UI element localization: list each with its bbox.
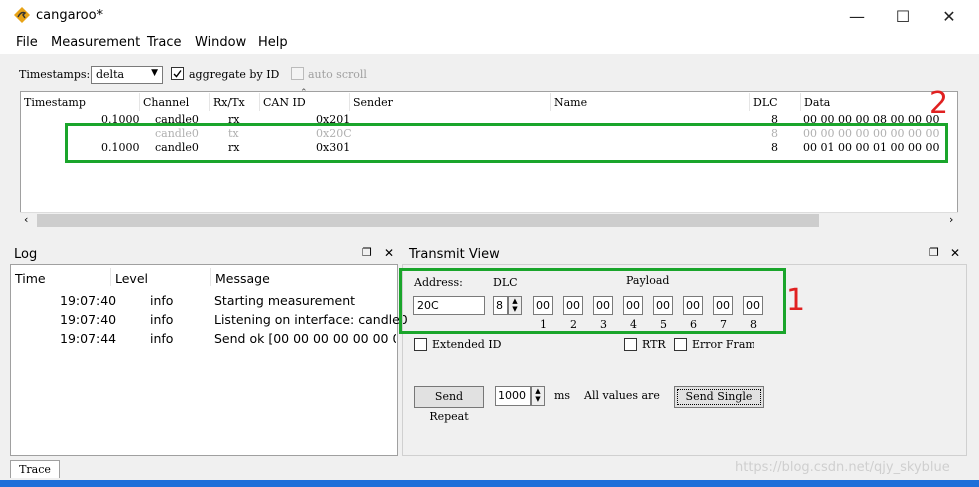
all-values-label: All values are — [584, 389, 660, 402]
spin-up-icon[interactable]: ▲ — [532, 387, 544, 395]
menu-help[interactable]: Help — [258, 35, 288, 50]
column-divider[interactable] — [209, 93, 210, 111]
log-level: info — [150, 331, 174, 346]
chevron-down-icon: ▼ — [151, 68, 158, 78]
checkbox-unchecked-icon — [414, 338, 427, 351]
aggregate-label: aggregate by ID — [189, 68, 280, 81]
column-divider[interactable] — [550, 93, 551, 111]
column-divider[interactable] — [749, 93, 750, 111]
log-title: Log — [14, 247, 38, 262]
log-column-time[interactable]: Time — [15, 271, 46, 286]
log-message: Listening on interface: candle0 — [214, 312, 408, 327]
column-channel[interactable]: Channel — [143, 96, 189, 109]
log-level: info — [150, 312, 174, 327]
menu-trace[interactable]: Trace — [147, 35, 182, 50]
column-divider[interactable] — [349, 93, 350, 111]
column-divider[interactable] — [110, 268, 111, 286]
scrollbar-thumb[interactable] — [37, 214, 819, 227]
send-repeat-button[interactable]: Send Repeat — [414, 386, 484, 423]
column-name[interactable]: Name — [554, 96, 587, 109]
menu-window[interactable]: Window — [195, 35, 246, 50]
timestamps-value: delta — [96, 68, 125, 81]
timestamps-select[interactable]: delta ▼ — [91, 66, 163, 84]
extended-id-label: Extended ID — [432, 338, 502, 351]
ms-label: ms — [554, 389, 571, 402]
error-frame-label: Error Fram — [692, 338, 754, 351]
autoscroll-checkbox — [291, 67, 304, 84]
title-bar — [0, 0, 979, 32]
window-title: cangaroo* — [36, 8, 104, 23]
extended-id-checkbox[interactable] — [414, 338, 427, 355]
column-divider[interactable] — [259, 93, 260, 111]
maximize-button[interactable]: ☐ — [880, 0, 926, 32]
annotation-box — [399, 268, 786, 334]
column-divider[interactable] — [800, 93, 801, 111]
log-column-level[interactable]: Level — [115, 271, 148, 286]
column-divider[interactable] — [139, 93, 140, 111]
annotation-number: 2 — [929, 86, 949, 121]
close-icon[interactable]: ✕ — [950, 246, 960, 260]
scroll-right-icon[interactable]: › — [949, 213, 953, 226]
log-level: info — [150, 293, 174, 308]
kangaroo-app-icon — [14, 7, 30, 23]
column-rxtx[interactable]: Rx/Tx — [213, 96, 245, 109]
log-panel-header — [10, 244, 398, 264]
menu-file[interactable]: File — [16, 35, 38, 50]
annotation-number: 1 — [786, 283, 806, 318]
log-message: Starting measurement — [214, 293, 356, 308]
checkbox-disabled-icon — [291, 67, 304, 80]
interval-input[interactable]: 1000 — [495, 386, 531, 406]
log-time: 19:07:44 — [60, 331, 117, 346]
watermark: https://blog.csdn.net/qjy_skyblue — [735, 460, 950, 475]
column-sender[interactable]: Sender — [353, 96, 393, 109]
column-timestamp[interactable]: Timestamp — [24, 96, 86, 109]
column-data[interactable]: Data — [804, 96, 830, 109]
transmit-title: Transmit View — [409, 247, 500, 262]
log-message: Send ok [00 00 00 00 00 00 0... — [214, 331, 396, 346]
rtr-label: RTR — [642, 338, 666, 351]
checkbox-checked-icon — [171, 67, 184, 80]
close-icon[interactable]: ✕ — [384, 246, 394, 260]
interval-spinner[interactable]: ▲ ▼ — [531, 386, 545, 406]
checkbox-unchecked-icon — [624, 338, 637, 351]
float-icon[interactable]: ❐ — [929, 246, 939, 259]
minimize-button[interactable]: — — [834, 0, 880, 32]
spin-down-icon[interactable]: ▼ — [532, 395, 544, 403]
taskbar-edge — [0, 480, 979, 487]
menu-measurement[interactable]: Measurement — [51, 35, 140, 50]
autoscroll-label: auto scroll — [308, 68, 367, 81]
close-button[interactable]: ✕ — [926, 0, 972, 32]
annotation-box — [65, 123, 948, 163]
log-time: 19:07:40 — [60, 293, 117, 308]
column-dlc[interactable]: DLC — [753, 96, 778, 109]
tab-trace[interactable]: Trace — [10, 460, 60, 478]
timestamps-label: Timestamps: — [19, 68, 91, 81]
column-divider[interactable] — [210, 268, 211, 286]
rtr-checkbox[interactable] — [624, 338, 637, 355]
checkbox-unchecked-icon — [674, 338, 687, 351]
float-icon[interactable]: ❐ — [362, 246, 372, 259]
scroll-left-icon[interactable]: ‹ — [24, 213, 28, 226]
send-single-button[interactable]: Send Single — [674, 386, 764, 408]
log-column-message[interactable]: Message — [215, 271, 270, 286]
error-frame-checkbox[interactable] — [674, 338, 687, 355]
sort-asc-icon: ⌃ — [300, 88, 308, 98]
aggregate-checkbox[interactable] — [171, 67, 184, 84]
log-time: 19:07:40 — [60, 312, 117, 327]
